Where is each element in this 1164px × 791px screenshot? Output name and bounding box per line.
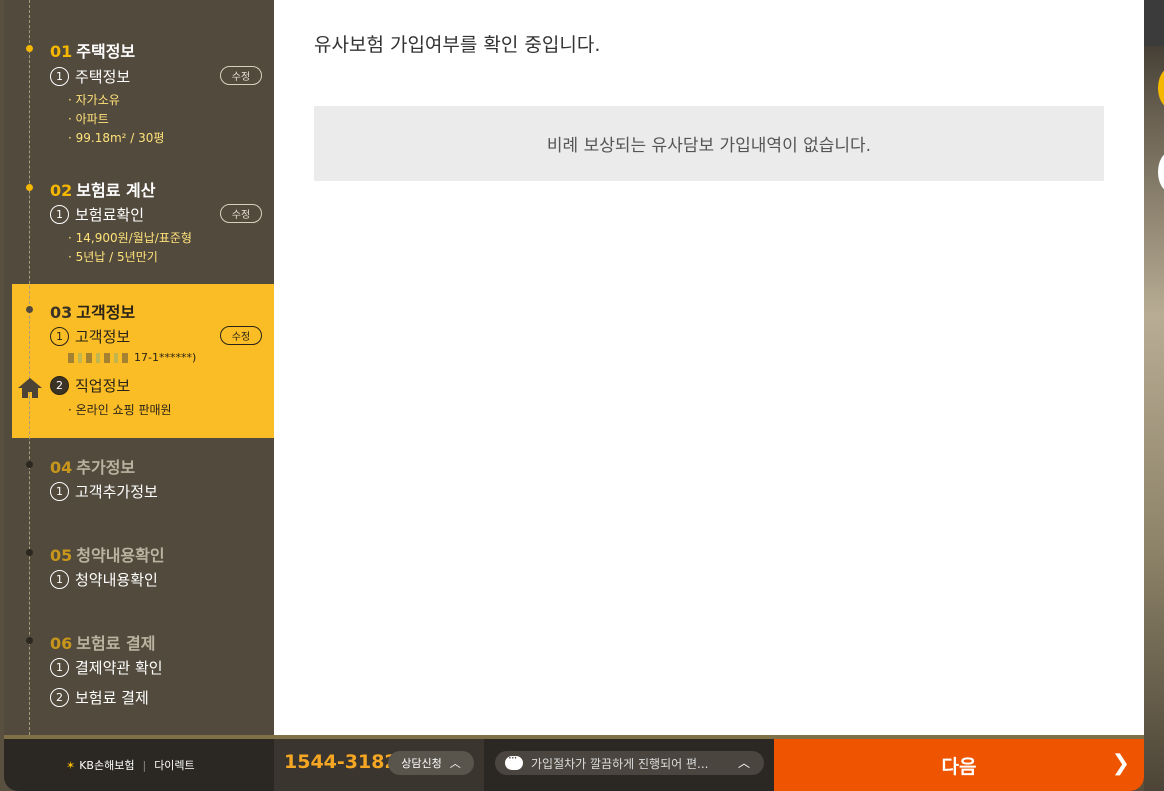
sub-step-label: 고객정보 [75, 328, 131, 346]
step-dot [26, 461, 33, 468]
sub-step-number: 2 [50, 688, 69, 707]
background-strip [1144, 0, 1164, 791]
step-number: 01 [50, 42, 73, 61]
review-text: 가입절차가 깔끔하게 진행되어 편... [531, 756, 709, 771]
chevron-up-icon: ︿ [449, 757, 461, 770]
masked-name [68, 353, 128, 363]
sub-step-label: 청약내용확인 [75, 571, 158, 589]
masked-id: 17-1******) [134, 351, 197, 364]
side-floating-button[interactable] [1158, 68, 1164, 108]
detail-customer: 17-1******) [68, 351, 196, 364]
phone-number[interactable]: 1544-3182 [284, 751, 398, 773]
detail-area: · 99.18m² / 30평 [68, 131, 165, 145]
step-number: 02 [50, 181, 73, 200]
step-title[interactable]: 06 보험료 결제 [50, 630, 155, 654]
step-title[interactable]: 04 추가정보 [50, 454, 135, 478]
step-title[interactable]: 02 보험료 계산 [50, 177, 155, 201]
step-dot [26, 549, 33, 556]
chevron-up-icon[interactable]: ︿ [738, 754, 750, 771]
sub-step-label: 고객추가정보 [75, 483, 158, 501]
logo-sub: 다이렉트 [154, 759, 195, 772]
sub-step-additional-info[interactable]: 1 고객추가정보 [50, 481, 158, 502]
sub-step-house-info[interactable]: 1 주택정보 [50, 66, 130, 87]
sub-step-number: 1 [50, 67, 69, 86]
detail-job: · 온라인 쇼핑 판매원 [68, 403, 172, 417]
step-number: 03 [50, 303, 73, 322]
edit-button[interactable]: 수정 [220, 66, 262, 85]
edit-button[interactable]: 수정 [220, 204, 262, 223]
sub-step-label: 직업정보 [75, 377, 131, 395]
step-title[interactable]: 05 청약내용확인 [50, 542, 165, 566]
next-button[interactable]: 다음 ❯ [774, 739, 1144, 791]
step-title[interactable]: 03 고객정보 [50, 299, 135, 323]
app-window: 01 주택정보 1 주택정보 수정 · 자가소유 · 아파트 · 99.18m² … [4, 0, 1144, 791]
sub-step-premium[interactable]: 1 보험료확인 [50, 204, 144, 225]
logo-text: KB손해보험 [79, 759, 135, 772]
step-dot [26, 306, 33, 313]
timeline-line [29, 0, 30, 735]
review-ticker: 가입절차가 깔끔하게 진행되어 편... ︿ [485, 739, 775, 791]
page-title: 유사보험 가입여부를 확인 중입니다. [314, 34, 601, 56]
sub-step-payment[interactable]: 2 보험료 결제 [50, 687, 149, 708]
sub-step-number: 1 [50, 658, 69, 677]
step-number: 05 [50, 546, 73, 565]
step-label: 고객정보 [76, 303, 136, 322]
sub-step-label: 주택정보 [75, 68, 131, 86]
step-dot [26, 637, 33, 644]
review-pill[interactable]: 가입절차가 깔끔하게 진행되어 편... ︿ [495, 751, 764, 775]
step-label: 추가정보 [76, 458, 136, 477]
sub-step-label: 결제약관 확인 [75, 659, 163, 677]
kb-star-icon: ✶ [66, 758, 76, 772]
detail-house-type: · 아파트 [68, 112, 109, 126]
step-label: 청약내용확인 [76, 546, 165, 565]
consult-request-button[interactable]: 상담신청 ︿ [388, 751, 474, 775]
sub-step-label: 보험료확인 [75, 206, 145, 224]
detail-ownership: · 자가소유 [68, 93, 120, 107]
home-icon[interactable] [16, 376, 44, 400]
chevron-right-icon: ❯ [1111, 751, 1130, 776]
detail-premium: · 14,900원/월납/표준형 [68, 231, 192, 245]
progress-sidebar: 01 주택정보 1 주택정보 수정 · 자가소유 · 아파트 · 99.18m² … [4, 0, 274, 735]
sub-step-customer-info[interactable]: 1 고객정보 [50, 326, 130, 347]
step-title[interactable]: 01 주택정보 [50, 38, 135, 62]
sub-step-number: 2 [50, 376, 69, 395]
logo-divider: | [142, 758, 147, 772]
sub-step-number: 1 [50, 570, 69, 589]
next-label: 다음 [941, 755, 977, 778]
main-content: 유사보험 가입여부를 확인 중입니다. 비례 보상되는 유사담보 가입내역이 없… [274, 0, 1144, 735]
sub-step-number: 1 [50, 327, 69, 346]
brand-logo: ✶ KB손해보험 | 다이렉트 [66, 757, 195, 773]
sub-step-payment-terms[interactable]: 1 결제약관 확인 [50, 657, 163, 678]
step-number: 06 [50, 634, 73, 653]
consult-label: 상담신청 [401, 757, 442, 770]
notice-box: 비례 보상되는 유사담보 가입내역이 없습니다. [314, 106, 1104, 181]
notice-text: 비례 보상되는 유사담보 가입내역이 없습니다. [546, 136, 872, 156]
footer-bar: ✶ KB손해보험 | 다이렉트 1544-3182 상담신청 ︿ 가입절차가 깔… [4, 735, 1144, 791]
side-floating-button-secondary[interactable] [1158, 152, 1164, 192]
step-label: 보험료 계산 [76, 181, 156, 200]
step-label: 보험료 결제 [76, 634, 156, 653]
step-label: 주택정보 [76, 42, 136, 61]
edit-button[interactable]: 수정 [220, 326, 262, 345]
step-number: 04 [50, 458, 73, 477]
sub-step-number: 1 [50, 482, 69, 501]
sub-step-number: 1 [50, 205, 69, 224]
chat-bubble-icon [505, 751, 523, 770]
phone-area: 1544-3182 상담신청 ︿ [274, 739, 484, 791]
background-tab [1144, 0, 1164, 46]
step-dot [26, 45, 33, 52]
sub-step-job-info[interactable]: 2 직업정보 [50, 375, 130, 396]
step-dot [26, 184, 33, 191]
sub-step-label: 보험료 결제 [75, 689, 149, 707]
sub-step-contract-review[interactable]: 1 청약내용확인 [50, 569, 158, 590]
detail-term: · 5년납 / 5년만기 [68, 250, 158, 264]
